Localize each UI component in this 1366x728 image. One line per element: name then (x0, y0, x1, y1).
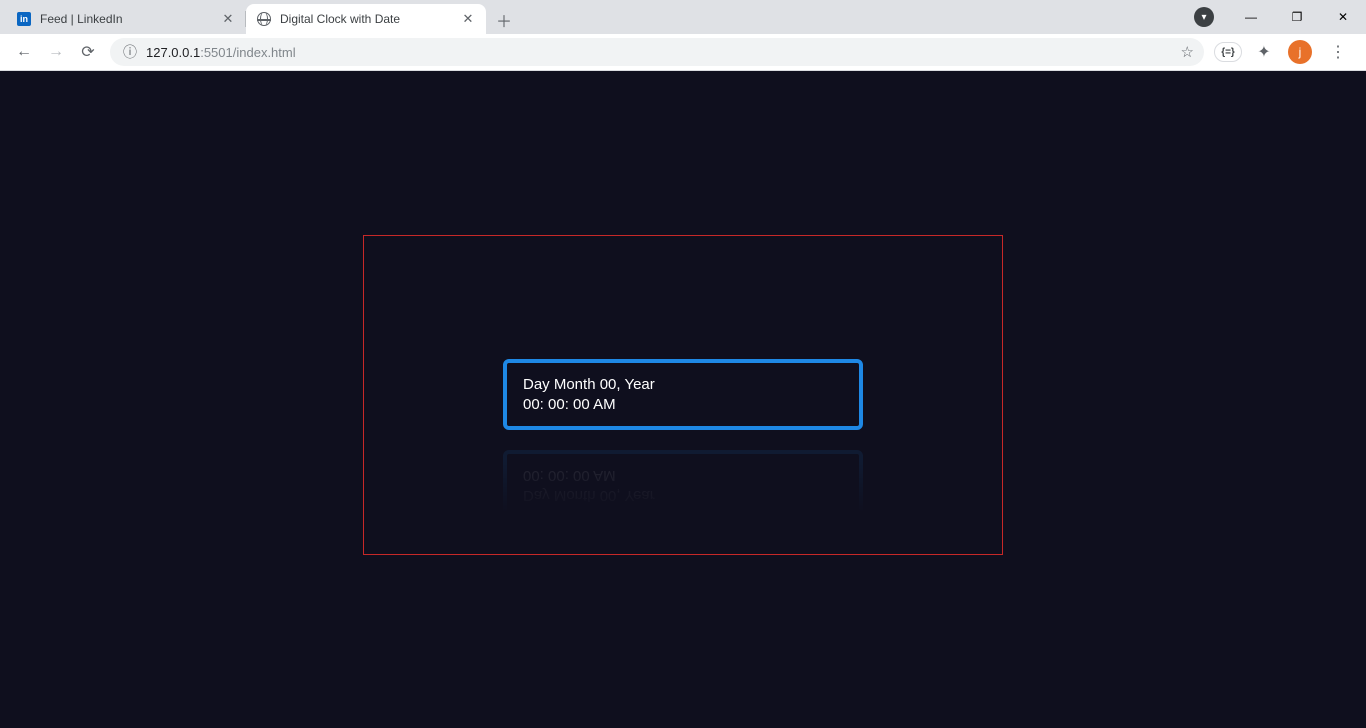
maximize-button[interactable]: ❐ (1274, 0, 1320, 34)
clock-time-line: 00: 00: 00 AM (523, 395, 843, 415)
close-icon[interactable]: ✕ (460, 11, 476, 27)
forward-button: → (40, 36, 72, 68)
site-info-icon[interactable]: ⓘ (120, 42, 140, 62)
page-viewport: Day Month 00, Year 00: 00: 00 AM Day Mon… (0, 71, 1366, 728)
globe-icon (256, 11, 272, 27)
browser-tab-linkedin[interactable]: in Feed | LinkedIn ✕ (6, 4, 246, 34)
browser-tab-clock[interactable]: Digital Clock with Date ✕ (246, 4, 486, 34)
minimize-button[interactable]: — (1228, 0, 1274, 34)
clock-container: Day Month 00, Year 00: 00: 00 AM Day Mon… (363, 235, 1003, 555)
new-tab-button[interactable]: ＋ (490, 6, 518, 34)
extension-devtools-icon[interactable]: {=} (1214, 42, 1242, 62)
reload-button[interactable]: ⟳ (72, 36, 104, 68)
tab-title: Digital Clock with Date (280, 12, 460, 26)
clock-panel: Day Month 00, Year 00: 00: 00 AM (503, 359, 863, 430)
clock-reflection: Day Month 00, Year 00: 00: 00 AM (503, 450, 863, 521)
linkedin-icon: in (16, 11, 32, 27)
extensions-icon[interactable]: ✦ (1248, 36, 1280, 68)
close-window-button[interactable]: ✕ (1320, 0, 1366, 34)
tab-title: Feed | LinkedIn (40, 12, 220, 26)
clock-date-line: Day Month 00, Year (523, 375, 843, 395)
close-icon[interactable]: ✕ (220, 11, 236, 27)
address-bar[interactable]: ⓘ 127.0.0.1:5501/index.html ☆ (110, 38, 1204, 66)
profile-avatar[interactable]: j (1288, 40, 1312, 64)
browser-tab-strip: in Feed | LinkedIn ✕ Digital Clock with … (0, 0, 1366, 34)
browser-toolbar: ← → ⟳ ⓘ 127.0.0.1:5501/index.html ☆ {=} … (0, 34, 1366, 71)
back-button[interactable]: ← (8, 36, 40, 68)
bookmark-icon[interactable]: ☆ (1181, 43, 1194, 61)
menu-icon[interactable]: ⋮ (1322, 36, 1354, 68)
url-text: 127.0.0.1:5501/index.html (146, 45, 296, 60)
search-tabs-icon[interactable]: ▾ (1194, 7, 1214, 27)
